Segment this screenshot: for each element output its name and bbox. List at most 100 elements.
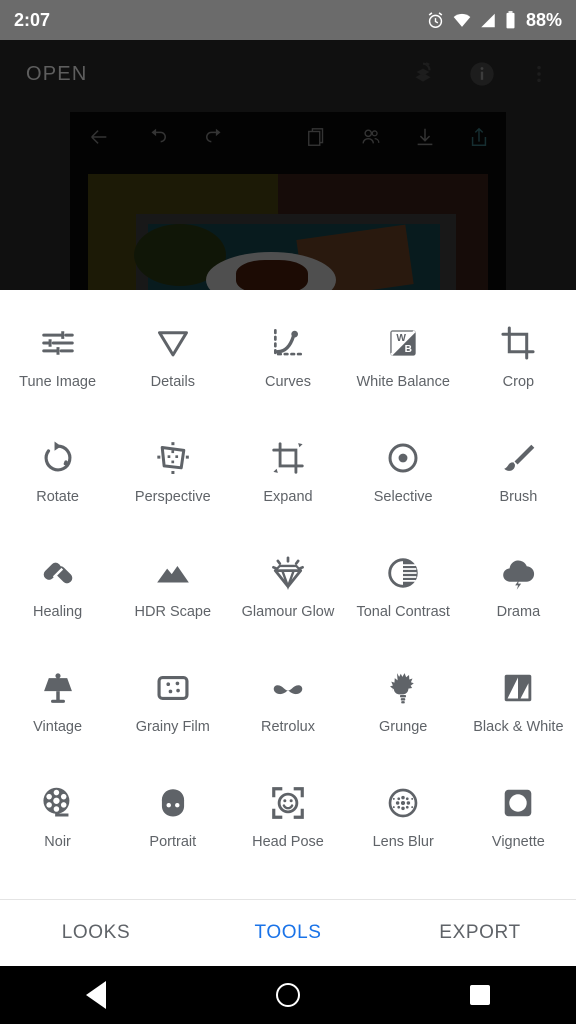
tool-label: Grainy Film xyxy=(135,719,210,735)
perspective-icon xyxy=(154,437,192,479)
tool-white-balance[interactable]: W B White Balance xyxy=(346,316,461,431)
tool-lens-blur[interactable]: Lens Blur xyxy=(346,776,461,891)
expand-icon xyxy=(269,437,307,479)
tool-vintage[interactable]: Vintage xyxy=(0,661,115,776)
vintage-icon xyxy=(39,667,77,709)
edited-photo-preview xyxy=(88,174,488,300)
tool-retrolux[interactable]: Retrolux xyxy=(230,661,345,776)
tool-label: Perspective xyxy=(134,489,211,505)
tab-looks[interactable]: LOOKS xyxy=(0,922,192,944)
rotate-icon xyxy=(39,437,77,479)
tonal-contrast-icon xyxy=(384,552,422,594)
head-pose-icon xyxy=(269,782,307,824)
tool-label: Black & White xyxy=(473,719,564,735)
tools-bottom-sheet: Tune Image Details Curves W B White Balance Cr… xyxy=(0,290,576,966)
curves-icon xyxy=(269,322,307,364)
tab-export[interactable]: EXPORT xyxy=(384,922,576,944)
tool-label: Tune Image xyxy=(19,374,97,390)
grunge-icon xyxy=(384,667,422,709)
recents-nav-icon[interactable] xyxy=(384,985,576,1005)
tune-image-icon xyxy=(39,322,77,364)
tool-label: HDR Scape xyxy=(134,604,212,620)
share-icon[interactable] xyxy=(468,126,490,148)
tool-label: Brush xyxy=(499,489,538,505)
status-bar-time: 2:07 xyxy=(14,9,51,30)
tool-head-pose[interactable]: Head Pose xyxy=(230,776,345,891)
back-nav-icon[interactable] xyxy=(0,981,192,1009)
editor-toolbar xyxy=(70,112,506,162)
undo-icon[interactable] xyxy=(146,126,168,148)
tool-brush[interactable]: Brush xyxy=(461,431,576,546)
wifi-icon xyxy=(453,13,471,27)
tool-tune-image[interactable]: Tune Image xyxy=(0,316,115,431)
tool-label: Selective xyxy=(373,489,433,505)
hdr-scape-icon xyxy=(154,552,192,594)
tool-portrait[interactable]: Portrait xyxy=(115,776,230,891)
dimmed-editor-backdrop: OPEN 2:07 88% xyxy=(0,0,576,300)
tool-label: Lens Blur xyxy=(372,834,434,850)
tool-expand[interactable]: Expand xyxy=(230,431,345,546)
tool-label: Noir xyxy=(44,834,71,850)
people-icon[interactable] xyxy=(360,126,382,148)
tool-curves[interactable]: Curves xyxy=(230,316,345,431)
tool-glamour-glow[interactable]: Glamour Glow xyxy=(230,546,345,661)
lens-blur-icon xyxy=(384,782,422,824)
tool-label: Vignette xyxy=(491,834,545,850)
tool-details[interactable]: Details xyxy=(115,316,230,431)
tool-black-white[interactable]: Black & White xyxy=(461,661,576,776)
tool-label: Crop xyxy=(502,374,535,390)
alarm-icon xyxy=(428,11,443,28)
tool-label: Retrolux xyxy=(260,719,315,735)
tool-label: Healing xyxy=(33,604,83,620)
tool-noir[interactable]: Noir xyxy=(0,776,115,891)
tab-tools[interactable]: TOOLS xyxy=(192,922,384,944)
tool-drama[interactable]: Drama xyxy=(461,546,576,661)
tool-tonal-contrast[interactable]: Tonal Contrast xyxy=(346,546,461,661)
tool-label: Tonal Contrast xyxy=(356,604,450,620)
brush-icon xyxy=(499,437,537,479)
selective-icon xyxy=(384,437,422,479)
grainy-film-icon xyxy=(154,667,192,709)
tool-perspective[interactable]: Perspective xyxy=(115,431,230,546)
tool-label: Vintage xyxy=(33,719,83,735)
tool-rotate[interactable]: Rotate xyxy=(0,431,115,546)
tool-label: Glamour Glow xyxy=(241,604,335,620)
svg-text:B: B xyxy=(405,344,412,355)
tool-label: Details xyxy=(150,374,195,390)
stacks-icon[interactable] xyxy=(306,126,328,148)
bottom-tab-bar: LOOKS TOOLS EXPORT xyxy=(0,899,576,966)
tool-grainy-film[interactable]: Grainy Film xyxy=(115,661,230,776)
tool-selective[interactable]: Selective xyxy=(346,431,461,546)
glamour-glow-icon xyxy=(269,552,307,594)
vignette-icon xyxy=(499,782,537,824)
back-arrow-icon[interactable] xyxy=(88,126,110,148)
tool-label: Rotate xyxy=(36,489,79,505)
download-icon[interactable] xyxy=(414,126,436,148)
tools-grid: Tune Image Details Curves W B White Balance Cr… xyxy=(0,290,576,899)
tool-crop[interactable]: Crop xyxy=(461,316,576,431)
crop-icon xyxy=(499,322,537,364)
signal-icon xyxy=(481,13,495,27)
retrolux-icon xyxy=(269,667,307,709)
redo-icon[interactable] xyxy=(204,126,226,148)
tool-label: Portrait xyxy=(149,834,197,850)
battery-icon xyxy=(506,11,515,29)
black-white-icon xyxy=(499,667,537,709)
tool-grunge[interactable]: Grunge xyxy=(346,661,461,776)
tool-hdr-scape[interactable]: HDR Scape xyxy=(115,546,230,661)
home-nav-icon[interactable] xyxy=(192,983,384,1007)
svg-text:W: W xyxy=(397,333,407,344)
white-balance-icon: WB xyxy=(384,322,422,364)
tool-healing[interactable]: Healing xyxy=(0,546,115,661)
info-icon[interactable] xyxy=(468,60,496,88)
tool-label: Curves xyxy=(265,374,311,390)
tool-label: Drama xyxy=(496,604,541,620)
layers-revert-icon[interactable] xyxy=(410,61,436,87)
overflow-menu-icon[interactable] xyxy=(528,61,550,87)
drama-icon xyxy=(499,552,537,594)
battery-percent: 88% xyxy=(525,9,562,30)
tool-vignette[interactable]: Vignette xyxy=(461,776,576,891)
noir-icon xyxy=(39,782,77,824)
details-icon xyxy=(154,322,192,364)
tool-label: White Balance xyxy=(356,374,450,390)
